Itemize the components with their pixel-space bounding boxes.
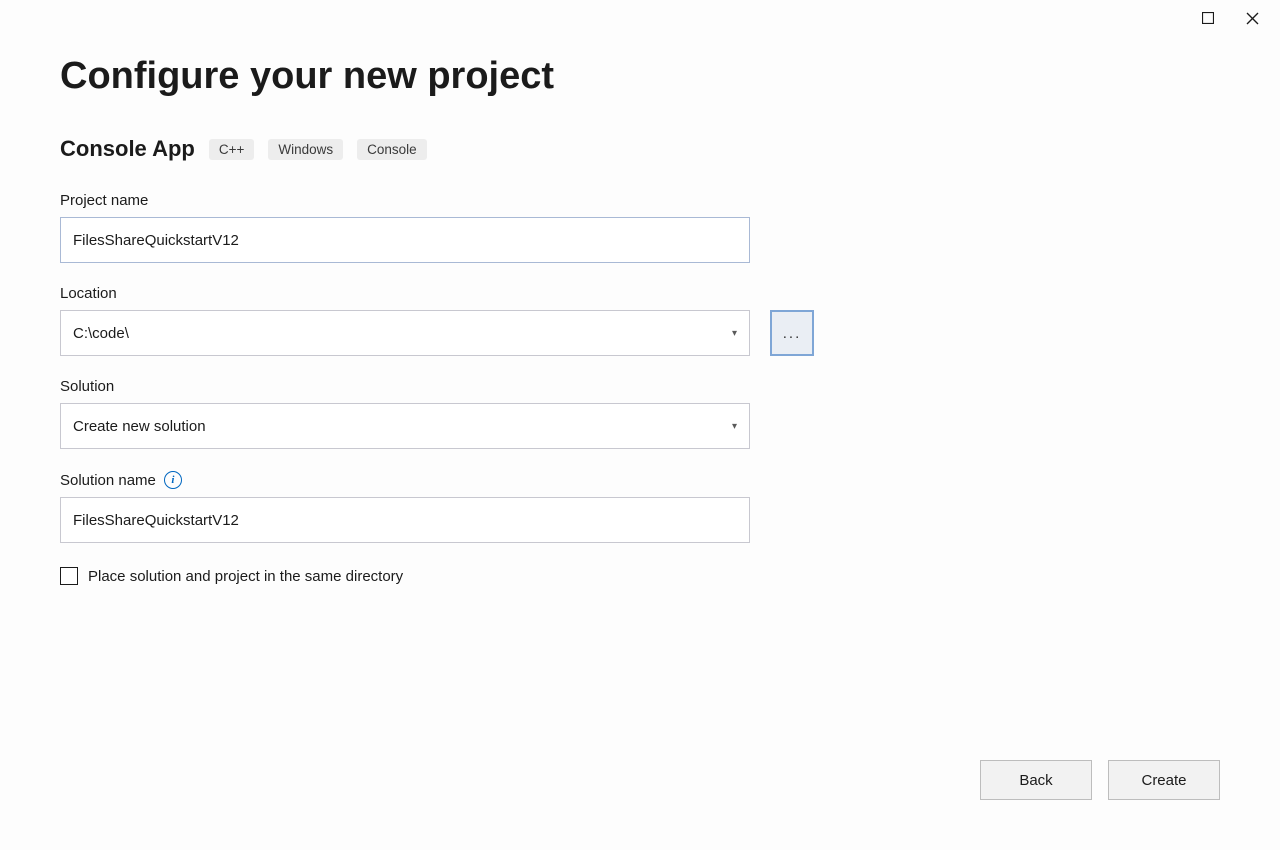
- location-label: Location: [60, 285, 1220, 302]
- project-name-label: Project name: [60, 192, 1220, 209]
- create-button[interactable]: Create: [1108, 760, 1220, 800]
- tag-windows: Windows: [268, 139, 343, 160]
- tag-cpp: C++: [209, 139, 255, 160]
- browse-button[interactable]: ...: [770, 310, 814, 356]
- project-name-input[interactable]: [60, 217, 750, 263]
- page-title: Configure your new project: [60, 55, 1220, 98]
- same-directory-label: Place solution and project in the same d…: [88, 568, 403, 585]
- info-icon[interactable]: i: [164, 471, 182, 489]
- solution-label: Solution: [60, 378, 1220, 395]
- solution-name-input[interactable]: [60, 497, 750, 543]
- template-name: Console App: [60, 136, 195, 162]
- chevron-down-icon: ▾: [732, 328, 737, 339]
- tag-console: Console: [357, 139, 427, 160]
- maximize-icon[interactable]: [1198, 8, 1218, 28]
- solution-value: Create new solution: [73, 418, 206, 435]
- solution-name-label: Solution name: [60, 472, 156, 489]
- location-value: C:\code\: [73, 325, 129, 342]
- same-directory-checkbox[interactable]: [60, 567, 78, 585]
- back-button[interactable]: Back: [980, 760, 1092, 800]
- solution-combo[interactable]: Create new solution ▾: [60, 403, 750, 449]
- chevron-down-icon: ▾: [732, 421, 737, 432]
- close-icon[interactable]: [1242, 8, 1262, 28]
- location-combo[interactable]: C:\code\ ▾: [60, 310, 750, 356]
